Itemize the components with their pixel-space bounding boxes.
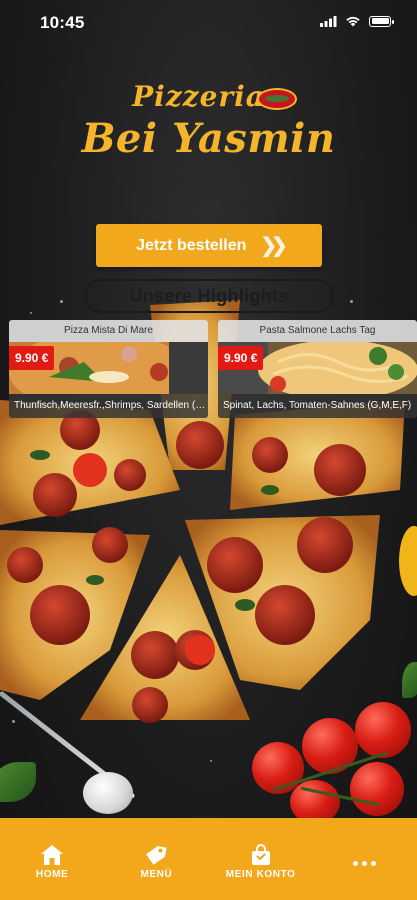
tag-icon [146,846,167,865]
restaurant-logo: Pizzeria Bei Yasmin [0,80,417,162]
order-now-button[interactable]: Jetzt bestellen ❯❯ [96,224,322,267]
logo-name-text: Bei Yasmin [81,115,336,162]
pizza-emblem-icon [257,88,297,110]
price-badge: 9.90 € [218,346,264,370]
more-dots-icon [353,848,377,866]
nav-more[interactable] [313,818,417,900]
nav-home[interactable]: HOME [0,818,104,900]
order-now-label: Jetzt bestellen [136,236,247,254]
nav-home-label: HOME [35,869,69,880]
home-icon [41,845,64,865]
wifi-icon [346,16,360,27]
double-chevron-right-icon: ❯❯ [260,235,287,257]
highlight-description: Thunfisch,Meeresfr.,Shrimps, Sardellen (… [9,394,208,418]
highlight-name: Pizza Mista Di Mare [9,320,208,342]
nav-my-account[interactable]: MEIN KONTO [209,818,313,900]
signal-icon [320,15,337,27]
highlights-heading: Unsere Highlights [84,279,334,313]
nav-menu-label: MENÜ [140,869,173,880]
highlight-card-pasta[interactable]: Pasta Salmone Lachs Tag 9.90 € Spinat, L… [218,320,417,418]
nav-my-account-label: MEIN KONTO [225,869,296,880]
nav-menu[interactable]: MENÜ [104,818,208,900]
highlight-description: Spinat, Lachs, Tomaten-Sahnes (G,M,E,F) [218,394,417,418]
bottom-navigation: HOME MENÜ MEIN KONTO [0,818,417,900]
price-badge: 9.90 € [9,346,55,370]
logo-pizzeria-text: Pizzeria [132,80,265,113]
status-bar: 10:45 [0,0,417,46]
shopping-bag-icon [251,844,270,865]
highlight-card-pizza[interactable]: Pizza Mista Di Mare 9.90 € Thunfisch,Mee… [9,320,208,418]
battery-icon [369,15,394,27]
highlight-name: Pasta Salmone Lachs Tag [218,320,417,342]
status-time: 10:45 [40,13,85,32]
